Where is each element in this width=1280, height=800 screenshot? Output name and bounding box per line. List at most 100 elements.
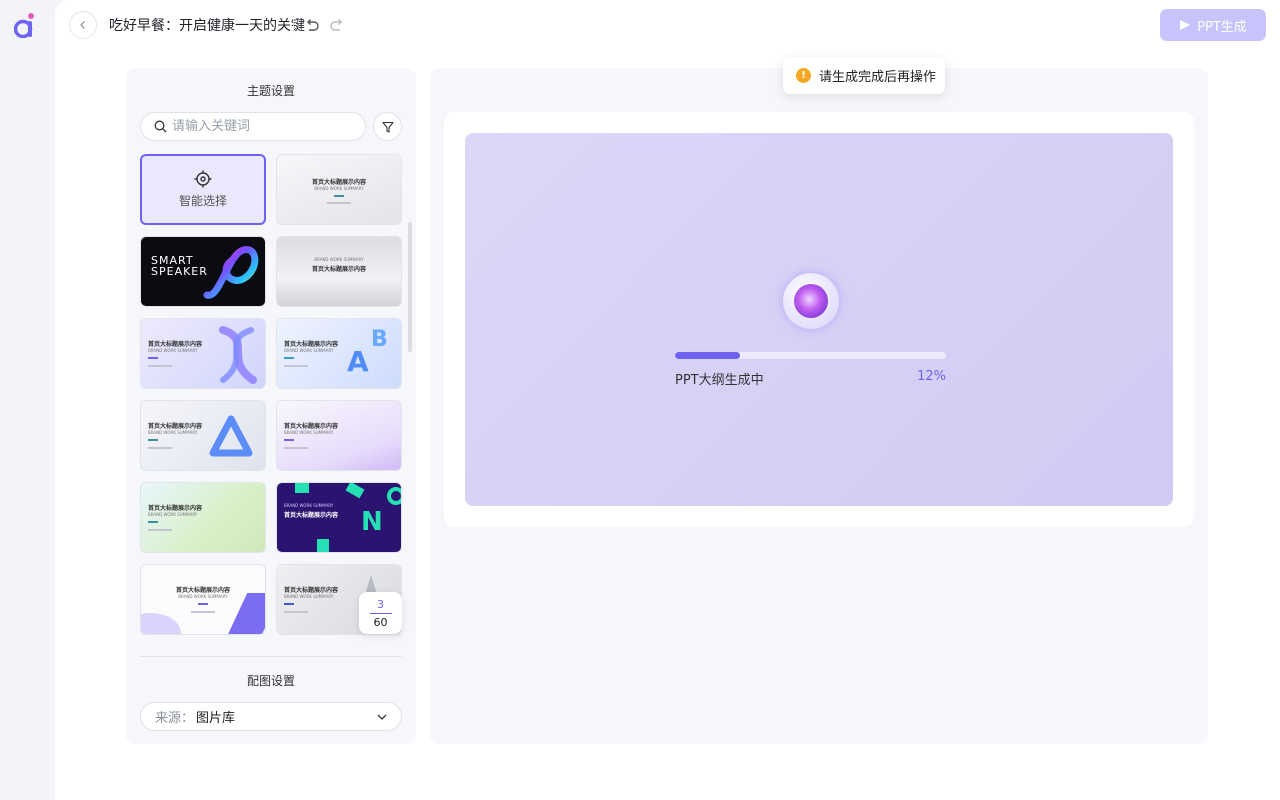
template-accent	[198, 603, 208, 605]
warning-toast: ! 请生成完成后再操作	[783, 57, 945, 94]
keyword-search[interactable]	[140, 112, 366, 141]
toast-message: 请生成完成后再操作	[819, 70, 937, 85]
preview-panel: PPT大纲生成中 12%	[430, 68, 1208, 744]
template-card[interactable]: BRAND WORK SUMMARY 首页大标题展示内容	[276, 236, 402, 307]
template-title: 首页大标题展示内容	[284, 423, 339, 430]
shape-graphic	[295, 483, 309, 493]
template-scrollbar[interactable]	[408, 222, 412, 352]
section-divider	[140, 656, 402, 657]
image-section-title: 配图设置	[246, 674, 295, 688]
template-card[interactable]: 首页大标题展示内容 BRAND WORK SUMMARY	[140, 400, 266, 471]
template-meta	[327, 202, 351, 204]
undo-icon[interactable]	[303, 16, 321, 34]
template-title: 首页大标题展示内容	[148, 423, 203, 430]
triangle-graphic	[209, 415, 253, 457]
shape-graphic	[345, 483, 365, 499]
template-title: 首页大标题展示内容	[284, 341, 339, 348]
toolbar-divider	[293, 16, 294, 33]
template-title: 首页大标题展示内容	[311, 179, 366, 186]
template-accent	[284, 357, 294, 359]
smart-select-card[interactable]: 智能选择	[140, 154, 266, 225]
template-subtitle: BRAND WORK SUMMARY	[284, 348, 334, 353]
filter-button[interactable]	[373, 112, 402, 141]
template-card[interactable]: N BRAND WORK SUMMARY 首页大标题展示内容	[276, 482, 402, 553]
page-total: 60	[373, 615, 388, 629]
shape-graphic	[141, 613, 181, 634]
back-button[interactable]	[69, 11, 97, 39]
template-meta	[148, 529, 172, 531]
play-icon	[1180, 20, 1191, 30]
template-title: 首页大标题展示内容	[284, 512, 339, 519]
shape-graphic	[317, 539, 329, 552]
shape-graphic	[387, 487, 401, 505]
redo-icon[interactable]	[328, 16, 346, 34]
template-card[interactable]: 首页大标题展示内容 BRAND WORK SUMMARY	[276, 154, 402, 225]
template-subtitle: BRAND WORK SUMMARY	[314, 186, 364, 191]
template-subtitle: BRAND WORK SUMMARY	[284, 594, 334, 599]
template-subtitle: BRAND WORK SUMMARY	[148, 430, 198, 435]
template-subtitle: BRAND WORK SUMMARY	[148, 512, 198, 517]
letter-graphic: B	[371, 327, 388, 352]
left-rail	[0, 0, 55, 800]
template-accent	[284, 603, 294, 605]
template-subtitle: BRAND WORK SUMMARY	[284, 503, 334, 508]
template-accent	[148, 357, 158, 359]
template-card[interactable]: 首页大标题展示内容 BRAND WORK SUMMARY	[140, 482, 266, 553]
theme-settings-panel: 主题设置 智能选择 首页大标题展示内容 BRAND WORK SUMMARY	[126, 68, 416, 744]
progress-bar-fill	[675, 352, 741, 359]
generation-preview: PPT大纲生成中 12%	[465, 133, 1173, 506]
chevron-left-icon	[80, 21, 85, 29]
source-label: 来源：	[155, 711, 195, 726]
ppt-generate-label: PPT生成	[1197, 19, 1247, 35]
page-counter: 3 60	[359, 592, 402, 634]
helix-graphic	[219, 326, 257, 384]
ribbon-graphic	[203, 246, 259, 299]
template-subtitle: BRAND WORK SUMMARY	[284, 430, 334, 435]
template-card[interactable]: 首页大标题展示内容 BRAND WORK SUMMARY A B	[276, 318, 402, 389]
letter-graphic: N	[361, 507, 383, 537]
app-logo-icon[interactable]	[14, 12, 36, 38]
template-card[interactable]: 首页大标题展示内容 BRAND WORK SUMMARY	[276, 400, 402, 471]
template-title: 首页大标题展示内容	[311, 266, 366, 273]
smart-select-label: 智能选择	[178, 194, 227, 208]
template-meta	[191, 611, 215, 613]
template-card[interactable]: SMART SPEAKER	[140, 236, 266, 307]
ppt-generate-button[interactable]: PPT生成	[1160, 9, 1266, 41]
template-meta	[284, 365, 308, 367]
shape-graphic	[226, 593, 265, 634]
template-title: 首页大标题展示内容	[284, 587, 339, 594]
template-subtitle: BRAND WORK SUMMARY	[148, 348, 198, 353]
template-meta	[148, 365, 172, 367]
template-meta	[284, 447, 308, 449]
main-area: 吃好早餐：开启健康一天的关键 PPT生成 主题设置 请输入关键词 智能选择 首页…	[55, 0, 1280, 800]
template-card[interactable]: 首页大标题展示内容 BRAND WORK SUMMARY	[140, 318, 266, 389]
page-current: 3	[377, 597, 384, 611]
chevron-down-icon	[377, 714, 387, 720]
progress-label: PPT大纲生成中	[675, 373, 764, 388]
template-subtitle: BRAND WORK SUMMARY	[314, 257, 364, 262]
search-input[interactable]	[172, 119, 352, 134]
template-accent	[148, 521, 158, 523]
progress-bar	[675, 352, 946, 359]
image-source-select[interactable]: 来源： 图片库	[140, 702, 402, 731]
template-accent	[334, 195, 344, 197]
template-meta	[284, 611, 308, 613]
progress-percent: 12%	[917, 369, 946, 384]
document-title: 吃好早餐：开启健康一天的关键	[109, 18, 305, 34]
template-meta	[148, 447, 172, 449]
target-icon	[194, 170, 212, 188]
warning-icon: !	[796, 68, 811, 83]
template-accent	[284, 439, 294, 441]
template-title: 首页大标题展示内容	[148, 505, 203, 512]
loading-orb-icon	[783, 273, 839, 329]
letter-graphic: A	[347, 345, 369, 378]
filter-icon	[381, 121, 394, 133]
template-title: 首页大标题展示内容	[148, 341, 203, 348]
template-card[interactable]: 首页大标题展示内容 BRAND WORK SUMMARY	[140, 564, 266, 635]
preview-card: PPT大纲生成中 12%	[444, 112, 1194, 527]
theme-section-title: 主题设置	[246, 84, 295, 98]
template-accent	[148, 439, 158, 441]
top-bar: 吃好早餐：开启健康一天的关键 PPT生成	[55, 0, 1280, 50]
search-icon	[154, 120, 167, 133]
template-grid: 智能选择 首页大标题展示内容 BRAND WORK SUMMARY SMART …	[140, 154, 404, 636]
